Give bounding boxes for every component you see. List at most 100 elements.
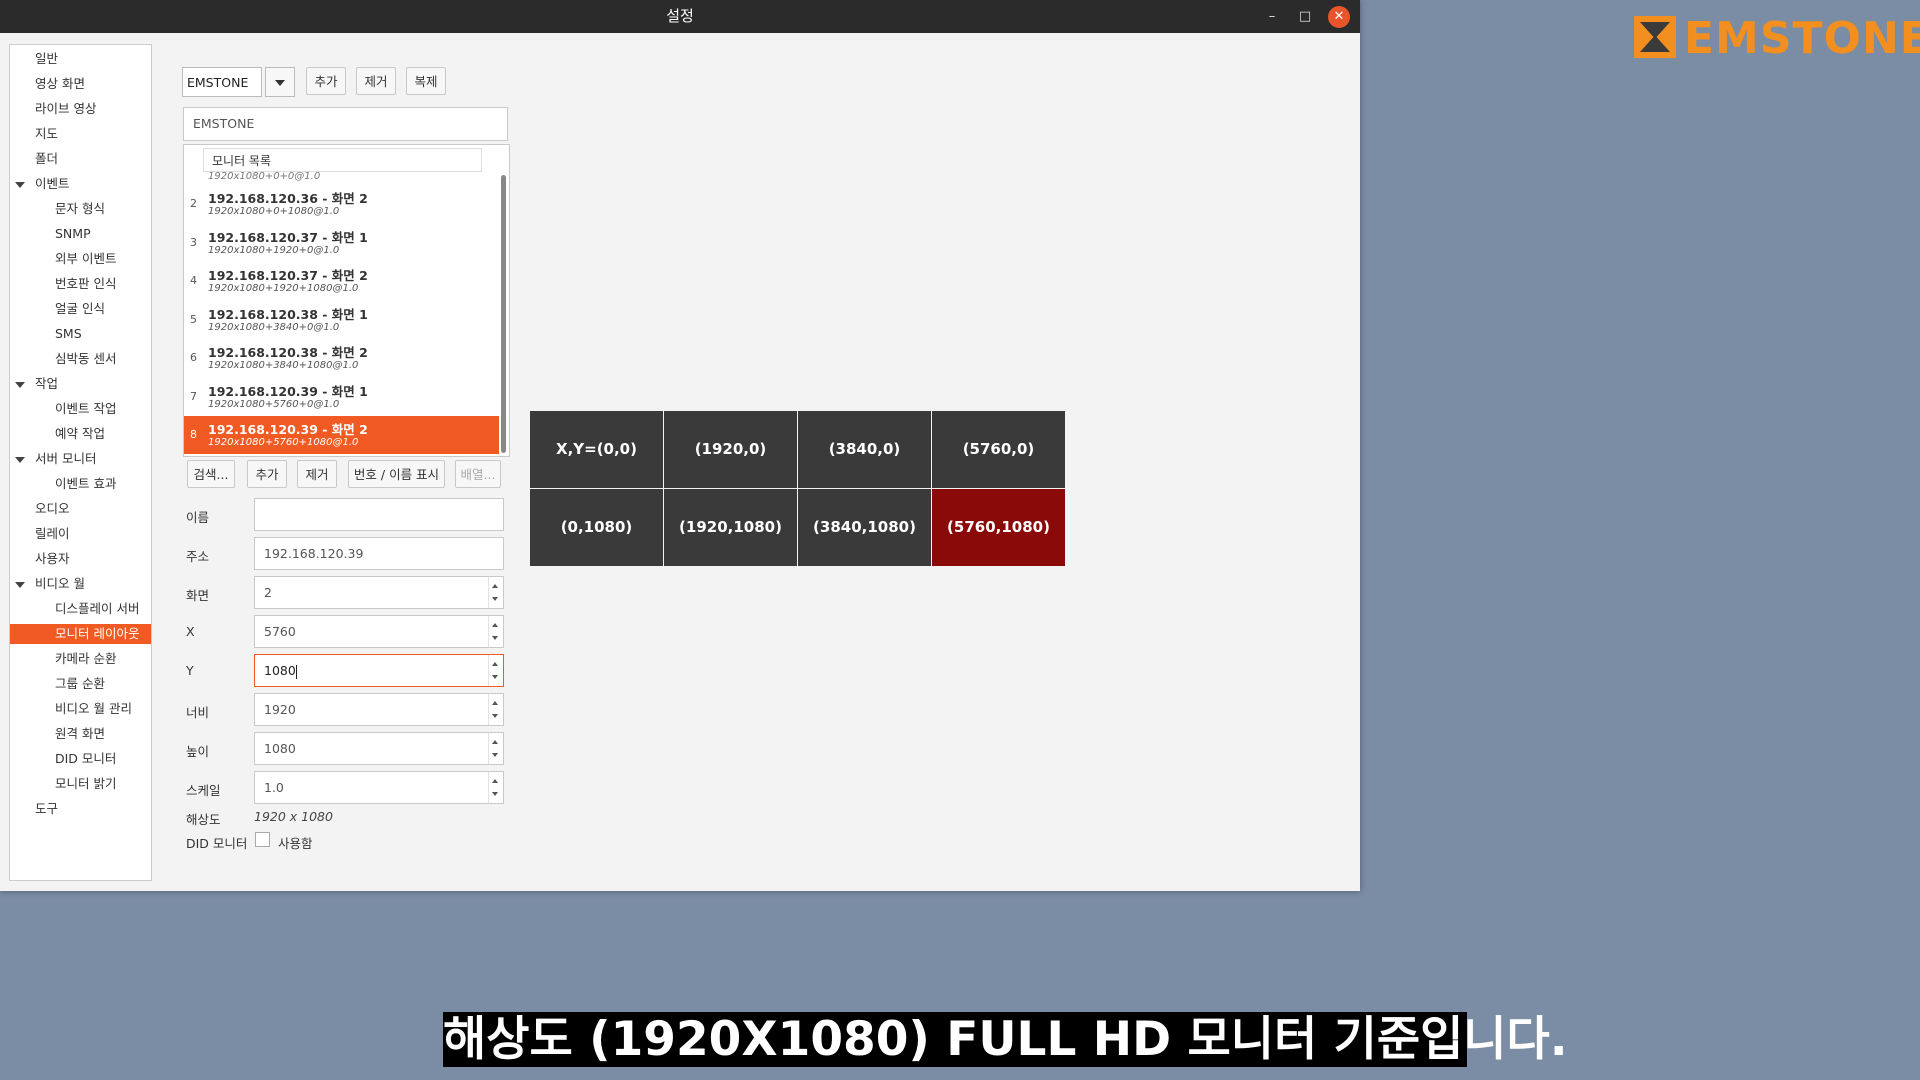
sidebar-item[interactable]: 폴더 (35, 149, 58, 169)
sidebar-item[interactable]: SMS (55, 324, 82, 344)
monitor-preview-cell[interactable]: (1920,0) (664, 411, 797, 488)
did-monitor-label: DID 모니터 (186, 836, 248, 851)
list-scrollbar[interactable] (501, 175, 506, 453)
sidebar-item[interactable]: 릴레이 (35, 524, 70, 544)
monitor-preview-cell[interactable]: (1920,1080) (664, 489, 797, 566)
sidebar-item[interactable]: 번호판 인식 (55, 274, 116, 294)
list-item[interactable]: 7 192.168.120.39 - 화면 1 1920x1080+5760+0@1… (184, 378, 499, 416)
list-item-title: 192.168.120.39 - 화면 1 (208, 383, 368, 399)
spin-up-icon[interactable] (492, 623, 498, 627)
list-item[interactable]: 4 192.168.120.37 - 화면 2 1920x1080+1920+108… (184, 262, 499, 300)
x-stepper[interactable]: 5760 (254, 615, 504, 648)
spin-down-icon[interactable] (492, 792, 498, 796)
sidebar-item[interactable]: 비디오 월 (35, 574, 85, 594)
spin-up-icon[interactable] (492, 740, 498, 744)
add-monitor-button[interactable]: 추가 (247, 460, 287, 488)
spin-down-icon[interactable] (492, 675, 498, 679)
sidebar-item[interactable]: 문자 형식 (55, 199, 105, 219)
did-enable-checkbox[interactable] (255, 832, 270, 847)
expand-arrow-icon[interactable] (15, 457, 25, 463)
name-field[interactable] (254, 498, 504, 531)
list-item-geometry: 1920x1080+5760+0@1.0 (208, 398, 340, 410)
monitor-preview-cell[interactable]: (5760,0) (932, 411, 1065, 488)
sidebar-item[interactable]: 얼굴 인식 (55, 299, 105, 319)
monitor-preview-cell[interactable]: (3840,0) (798, 411, 931, 488)
list-item[interactable]: 5 192.168.120.38 - 화면 1 1920x1080+3840+0@1… (184, 301, 499, 339)
spin-down-icon[interactable] (492, 636, 498, 640)
sidebar-item[interactable]: 이벤트 (35, 174, 70, 194)
list-item[interactable]: 2 192.168.120.36 - 화면 2 1920x1080+0+1080@1… (184, 185, 499, 223)
chevron-down-icon[interactable] (265, 67, 295, 97)
height-stepper[interactable]: 1080 (254, 732, 504, 765)
sidebar-item[interactable]: 카메라 순환 (55, 649, 116, 669)
address-label: 주소 (186, 549, 210, 564)
layout-name-field[interactable]: EMSTONE (183, 107, 508, 141)
list-item-geometry: 1920x1080+0+1080@1.0 (208, 206, 340, 217)
copy-layout-button[interactable]: 복제 (406, 67, 446, 95)
arrange-button[interactable]: 배열... (455, 460, 501, 488)
sidebar-item[interactable]: 예약 작업 (55, 424, 105, 444)
spin-down-icon[interactable] (492, 597, 498, 601)
sidebar-item[interactable]: 비디오 월 관리 (55, 699, 132, 719)
list-item[interactable]: 6 192.168.120.38 - 화면 2 1920x1080+3840+108… (184, 339, 499, 377)
sidebar-item[interactable]: 이벤트 효과 (55, 474, 116, 494)
show-number-name-button[interactable]: 번호 / 이름 표시 (348, 460, 445, 488)
expand-arrow-icon[interactable] (15, 382, 25, 388)
sidebar-item[interactable]: 라이브 영상 (35, 99, 96, 119)
sidebar-item[interactable]: 그룹 순환 (55, 674, 105, 694)
remove-monitor-button[interactable]: 제거 (297, 460, 337, 488)
sidebar-item[interactable]: 작업 (35, 374, 58, 394)
list-item-number: 5 (190, 312, 197, 326)
list-item-title: 192.168.120.37 - 화면 1 (208, 229, 368, 245)
screen-stepper[interactable]: 2 (254, 576, 504, 609)
screen-label: 화면 (186, 588, 210, 603)
spin-up-icon[interactable] (492, 662, 498, 666)
sidebar-item[interactable]: 모니터 레이아웃 (10, 624, 151, 644)
sidebar-item[interactable]: 디스플레이 서버 (55, 599, 139, 619)
layout-combo[interactable]: EMSTONE (182, 67, 262, 97)
x-value: 5760 (264, 624, 296, 639)
list-item-number: 7 (190, 389, 197, 403)
sidebar-item[interactable]: 오디오 (35, 499, 70, 519)
sidebar-item[interactable]: DID 모니터 (55, 749, 116, 769)
search-monitor-button[interactable]: 검색... (187, 460, 235, 488)
monitor-preview-cell[interactable]: X,Y=(0,0) (530, 411, 663, 488)
sidebar-item[interactable]: 외부 이벤트 (55, 249, 116, 269)
sidebar-item[interactable]: 사용자 (35, 549, 70, 569)
list-item[interactable]: 3 192.168.120.37 - 화면 1 1920x1080+1920+0@1… (184, 224, 499, 262)
sidebar-item[interactable]: 원격 화면 (55, 724, 105, 744)
sidebar-item[interactable]: 일반 (35, 49, 58, 69)
sidebar-item[interactable]: SNMP (55, 224, 91, 244)
spin-up-icon[interactable] (492, 701, 498, 705)
sidebar-item[interactable]: 영상 화면 (35, 74, 85, 94)
scale-stepper[interactable]: 1.0 (254, 771, 504, 804)
monitor-preview-cell[interactable]: (0,1080) (530, 489, 663, 566)
list-item-geometry: 1920x1080+1920+0@1.0 (208, 244, 340, 256)
list-item-number: 8 (190, 428, 197, 441)
sidebar-item[interactable]: 심박동 센서 (55, 349, 116, 369)
close-icon[interactable]: ✕ (1328, 6, 1350, 28)
minimize-icon[interactable]: – (1261, 6, 1283, 28)
sidebar-item[interactable]: 이벤트 작업 (55, 399, 116, 419)
y-stepper[interactable]: 1080 (254, 654, 504, 687)
name-label: 이름 (186, 510, 210, 525)
spin-down-icon[interactable] (492, 753, 498, 757)
spin-up-icon[interactable] (492, 779, 498, 783)
expand-arrow-icon[interactable] (15, 182, 25, 188)
list-item[interactable]: 8 192.168.120.39 - 화면 2 1920x1080+5760+108… (184, 416, 499, 454)
settings-sidebar: 일반영상 화면라이브 영상지도폴더이벤트문자 형식 SNMP 외부 이벤트번호판 인… (9, 44, 152, 881)
maximize-icon[interactable]: □ (1294, 6, 1316, 28)
expand-arrow-icon[interactable] (15, 582, 25, 588)
remove-layout-button[interactable]: 제거 (356, 67, 396, 95)
add-layout-button[interactable]: 추가 (306, 67, 346, 95)
monitor-preview-cell[interactable]: (5760,1080) (932, 489, 1065, 566)
monitor-preview-cell[interactable]: (3840,1080) (798, 489, 931, 566)
spin-up-icon[interactable] (492, 584, 498, 588)
address-field[interactable]: 192.168.120.39 (254, 537, 504, 570)
sidebar-item[interactable]: 서버 모니터 (35, 449, 96, 469)
width-stepper[interactable]: 1920 (254, 693, 504, 726)
spin-down-icon[interactable] (492, 714, 498, 718)
sidebar-item[interactable]: 도구 (35, 799, 58, 819)
sidebar-item[interactable]: 지도 (35, 124, 58, 144)
sidebar-item[interactable]: 모니터 밝기 (55, 774, 116, 794)
